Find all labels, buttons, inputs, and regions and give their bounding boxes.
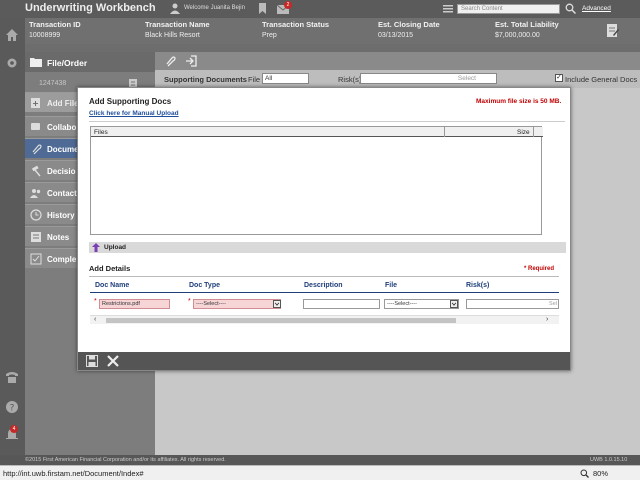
scroll-left-icon[interactable]: ‹ (94, 316, 96, 323)
save-icon[interactable] (86, 355, 98, 367)
browser-status-bar: http://int.uwb.firstam.net/Document/Inde… (0, 465, 640, 480)
file-select[interactable]: All (262, 73, 309, 84)
order-number: 1247438 (39, 80, 67, 87)
status-url: http://int.uwb.firstam.net/Document/Inde… (3, 469, 144, 478)
transaction-id: Transaction ID 10008999 (29, 20, 81, 39)
max-file-size-note: Maximum file size is 50 MB. (476, 98, 562, 105)
add-file-icon: + (31, 98, 40, 108)
file-label: File (248, 75, 261, 84)
files-dropzone[interactable]: Files Size (90, 126, 543, 235)
transaction-status: Transaction Status Prep (262, 20, 330, 39)
collaboration-icon (31, 123, 40, 130)
zoom-level[interactable]: 80% (593, 469, 608, 478)
user-icon (170, 3, 180, 14)
clock-icon (30, 209, 42, 221)
risks-select[interactable]: Sel (466, 299, 559, 309)
documents-filter-bar: Supporting Documents File All Risk(s) Se… (155, 70, 640, 88)
file-order-header[interactable]: File/Order (25, 52, 155, 72)
column-divider (444, 127, 445, 137)
column-divider (533, 127, 534, 137)
search-input[interactable]: Search Content (457, 4, 560, 14)
phone-icon[interactable] (5, 370, 19, 384)
help-icon[interactable]: ? (5, 400, 19, 414)
doc-type-select[interactable]: ----Select---- (193, 299, 281, 309)
include-general-docs-checkbox[interactable]: ✓ (555, 74, 563, 82)
add-details-heading: Add Details (89, 264, 131, 273)
checklist-icon (30, 253, 42, 265)
gear-icon[interactable] (5, 56, 19, 70)
paperclip-icon (32, 144, 42, 155)
app-title: Underwriting Workbench (25, 2, 156, 14)
scroll-right-icon[interactable]: › (546, 316, 548, 323)
svg-text:?: ? (10, 404, 15, 414)
svg-text:+: + (32, 99, 39, 108)
search-icon[interactable] (565, 3, 576, 14)
description-header: Description (304, 282, 343, 289)
documents-toolbar (155, 52, 640, 70)
zoom-icon[interactable] (580, 469, 589, 478)
scroll-thumb[interactable] (106, 318, 456, 323)
doc-name-header: Doc Name (95, 282, 130, 289)
transaction-summary: Transaction ID 10008999 Transaction Name B… (25, 18, 640, 44)
doc-name-input[interactable]: Restrictions.pdf (99, 299, 170, 309)
files-column-header: Files (94, 129, 108, 136)
dialog-footer (78, 352, 570, 370)
copyright-text: ©2015 First American Financial Corporati… (25, 457, 226, 463)
menu-icon[interactable] (443, 5, 453, 13)
attach-icon[interactable] (164, 55, 176, 67)
folder-icon (30, 58, 42, 67)
doc-type-header: Doc Type (189, 282, 220, 289)
files-table-header: Files Size (91, 127, 543, 137)
include-general-docs-label: Include General Docs (565, 75, 638, 84)
horizontal-scrollbar[interactable]: ‹ › (90, 315, 559, 324)
dialog-title: Add Supporting Docs (89, 97, 172, 106)
file-header: File (385, 282, 398, 289)
notification-badge: 4 (10, 425, 18, 433)
sign-in-icon[interactable] (185, 55, 197, 67)
close-icon[interactable] (107, 355, 119, 367)
left-icon-rail: ? 4 (0, 18, 25, 455)
add-supporting-docs-dialog: Add Supporting Docs Maximum file size is… (77, 87, 571, 371)
gavel-icon (31, 165, 41, 177)
edit-transaction-icon[interactable] (607, 24, 619, 38)
mail-count-badge: 2 (284, 1, 292, 9)
grid-header-rule (90, 292, 559, 293)
divider (89, 276, 559, 277)
version-text: UWB 1.0.15.10 (590, 457, 628, 463)
description-input[interactable] (303, 299, 380, 309)
transaction-name: Transaction Name Black Hills Resort (145, 20, 210, 39)
home-icon[interactable] (5, 28, 19, 42)
supporting-docs-label: Supporting Documents (164, 75, 247, 84)
welcome-text: Welcome Juanita Bejin (184, 5, 245, 11)
bookmark-icon[interactable] (258, 3, 267, 14)
required-marker: * (188, 298, 191, 305)
divider (89, 121, 565, 122)
risks-select[interactable]: Select (360, 73, 497, 84)
manual-upload-link[interactable]: Click here for Manual Upload (89, 110, 179, 117)
advanced-search-link[interactable]: Advanced (582, 5, 611, 12)
chevron-down-icon[interactable] (450, 300, 458, 308)
required-note: * Required (524, 266, 555, 272)
upload-button[interactable]: Upload (89, 242, 566, 253)
contacts-icon (30, 189, 41, 198)
risks-label: Risk(s) (338, 75, 362, 84)
size-column-header: Size (517, 129, 530, 136)
est-closing-date: Est. Closing Date 03/13/2015 (378, 20, 440, 39)
est-total-liability: Est. Total Liability $7,000,000.00 (495, 20, 559, 39)
top-header: Underwriting Workbench Welcome Juanita B… (0, 0, 640, 18)
required-marker: * (94, 298, 97, 305)
notes-icon (31, 232, 41, 242)
risks-header: Risk(s) (466, 282, 490, 289)
page-footer: ©2015 First American Financial Corporati… (0, 455, 640, 465)
upload-arrow-icon (92, 243, 100, 252)
file-select[interactable]: ----Select---- (384, 299, 459, 309)
chevron-down-icon[interactable] (273, 300, 281, 308)
